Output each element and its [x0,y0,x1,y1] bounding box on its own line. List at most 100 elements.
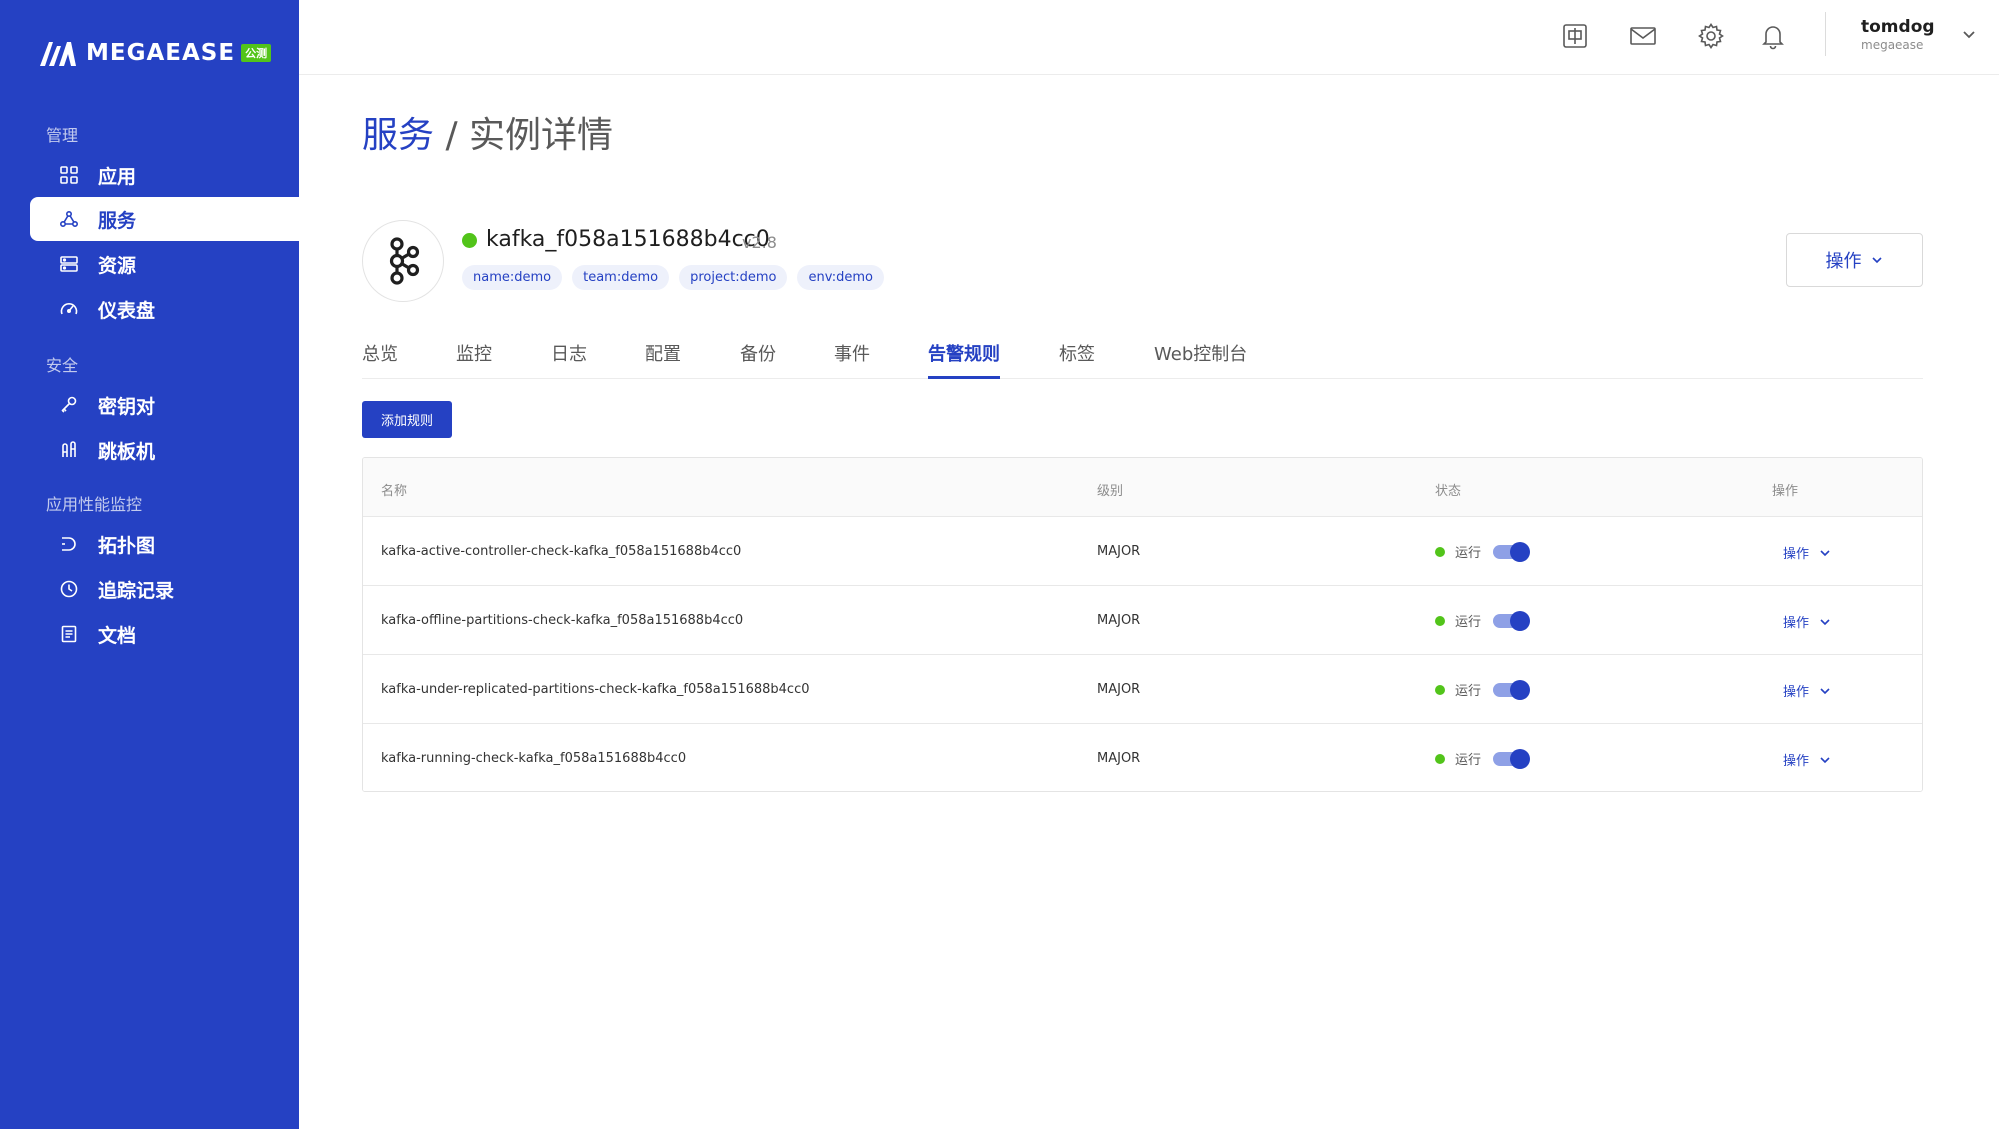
sidebar-item-docs[interactable]: 文档 [30,612,299,656]
column-header-name: 名称 [381,484,408,499]
row-ops-dropdown[interactable]: 操作 [1783,612,1831,631]
row-ops-label: 操作 [1783,754,1810,769]
settings-icon[interactable] [1695,20,1727,52]
instance-version: v2.8 [742,233,777,252]
sidebar-item-label: 密钥对 [98,395,156,418]
sidebar-item-jumphost[interactable]: 跳板机 [30,428,299,472]
page-title: 服务 / 实例详情 [362,106,613,158]
row-ops-label: 操作 [1783,547,1810,562]
document-icon [58,623,80,645]
rule-enable-toggle[interactable] [1493,748,1531,769]
rule-enable-toggle[interactable] [1493,610,1531,631]
key-icon [58,394,80,416]
brand-name: MEGAEASE [86,40,236,66]
sidebar-item-apps[interactable]: 应用 [30,153,299,197]
sidebar-item-label: 拓扑图 [98,534,156,557]
table-row: kafka-offline-partitions-check-kafka_f05… [363,585,1922,654]
tab-monitoring[interactable]: 监控 [456,340,492,379]
chevron-down-icon [1820,618,1830,625]
grid-icon [58,164,80,186]
tab-overview[interactable]: 总览 [362,340,398,379]
rule-enable-toggle[interactable] [1493,679,1531,700]
megaease-logo-icon [40,42,76,66]
user-name[interactable]: tomdog [1861,17,1935,37]
rule-name: kafka-under-replicated-partitions-check-… [381,682,810,697]
status-text: 运行 [1455,753,1482,768]
instance-ops-button[interactable]: 操作 [1786,233,1923,287]
status-dot [1435,684,1445,695]
sidebar-item-label: 文档 [98,624,137,647]
column-header-ops: 操作 [1772,484,1799,499]
sidebar: MEGAEASE 公测 管理 应用 服务 资源 仪表盘 安全 密钥对 跳板机 应… [0,0,299,1129]
rule-name: kafka-active-controller-check-kafka_f058… [381,544,742,559]
sidebar-item-label: 资源 [98,254,137,277]
mail-icon[interactable] [1627,20,1659,52]
chevron-down-icon[interactable] [1959,24,1979,44]
kafka-icon [389,237,420,285]
toggle-knob [1510,541,1531,562]
status-text: 运行 [1455,615,1482,630]
table-row: kafka-active-controller-check-kafka_f058… [363,516,1922,585]
rule-name: kafka-offline-partitions-check-kafka_f05… [381,613,744,628]
rule-level: MAJOR [1097,751,1141,766]
rule-level: MAJOR [1097,613,1141,628]
status-dot [1435,615,1445,626]
chevron-down-icon [1820,756,1830,763]
tag[interactable]: name:demo [462,265,563,290]
row-ops-dropdown[interactable]: 操作 [1783,681,1831,700]
tab-alert-rules[interactable]: 告警规则 [928,340,1000,379]
sidebar-item-traces[interactable]: 追踪记录 [30,567,299,611]
tab-web-console[interactable]: Web控制台 [1154,340,1247,379]
table-row: kafka-running-check-kafka_f058a151688b4c… [363,723,1922,791]
toggle-knob [1510,748,1531,769]
tab-logs[interactable]: 日志 [551,340,587,379]
cluster-icon [58,208,80,230]
bell-icon[interactable] [1757,20,1789,52]
topbar: tomdog megaease [299,0,1999,75]
rule-status: 运行 [1435,541,1531,562]
column-header-level: 级别 [1097,484,1124,499]
table-row: kafka-under-replicated-partitions-check-… [363,654,1922,723]
nav-group-title: 管理 [46,126,79,145]
breadcrumb-services[interactable]: 服务 [362,115,434,156]
row-ops-dropdown[interactable]: 操作 [1783,750,1831,769]
tab-config[interactable]: 配置 [645,340,681,379]
kafka-logo [362,220,444,302]
gauge-icon [58,298,80,320]
rule-enable-toggle[interactable] [1493,541,1531,562]
tab-backup[interactable]: 备份 [740,340,776,379]
page-title-text: 实例详情 [469,115,614,156]
alert-rules-table: 名称 级别 状态 操作 kafka-active-controller-chec… [362,457,1923,792]
status-dot [1435,753,1445,764]
sidebar-item-dashboard[interactable]: 仪表盘 [30,287,299,331]
topbar-divider [1825,12,1826,56]
sidebar-item-keypairs[interactable]: 密钥对 [30,383,299,427]
language-icon[interactable] [1559,20,1591,52]
instance-name: kafka_f058a151688b4cc0 [486,227,770,252]
nav-group-title: 安全 [46,356,79,375]
rule-level: MAJOR [1097,682,1141,697]
nav-group-title: 应用性能监控 [46,495,143,514]
add-rule-button[interactable]: 添加规则 [362,401,452,438]
tag[interactable]: env:demo [797,265,884,290]
sidebar-item-label: 仪表盘 [98,299,156,322]
instance-tabs: 总览 监控 日志 配置 备份 事件 告警规则 标签 Web控制台 [362,332,1923,379]
sidebar-item-label: 跳板机 [98,440,156,463]
sidebar-item-topology[interactable]: 拓扑图 [30,522,299,566]
status-text: 运行 [1455,684,1482,699]
tab-events[interactable]: 事件 [834,340,870,379]
tag[interactable]: team:demo [572,265,670,290]
row-ops-label: 操作 [1783,685,1810,700]
row-ops-dropdown[interactable]: 操作 [1783,543,1831,562]
tag[interactable]: project:demo [679,265,788,290]
user-org: megaease [1861,38,1924,52]
brand-logo[interactable]: MEGAEASE 公测 [40,38,272,68]
toggle-knob [1510,679,1531,700]
sidebar-item-resources[interactable]: 资源 [30,242,299,286]
clock-icon [58,578,80,600]
jump-icon [58,439,80,461]
table-header: 名称 级别 状态 操作 [363,458,1922,516]
breadcrumb-separator: / [434,115,470,156]
tab-labels[interactable]: 标签 [1059,340,1095,379]
sidebar-item-services[interactable]: 服务 [30,197,299,241]
